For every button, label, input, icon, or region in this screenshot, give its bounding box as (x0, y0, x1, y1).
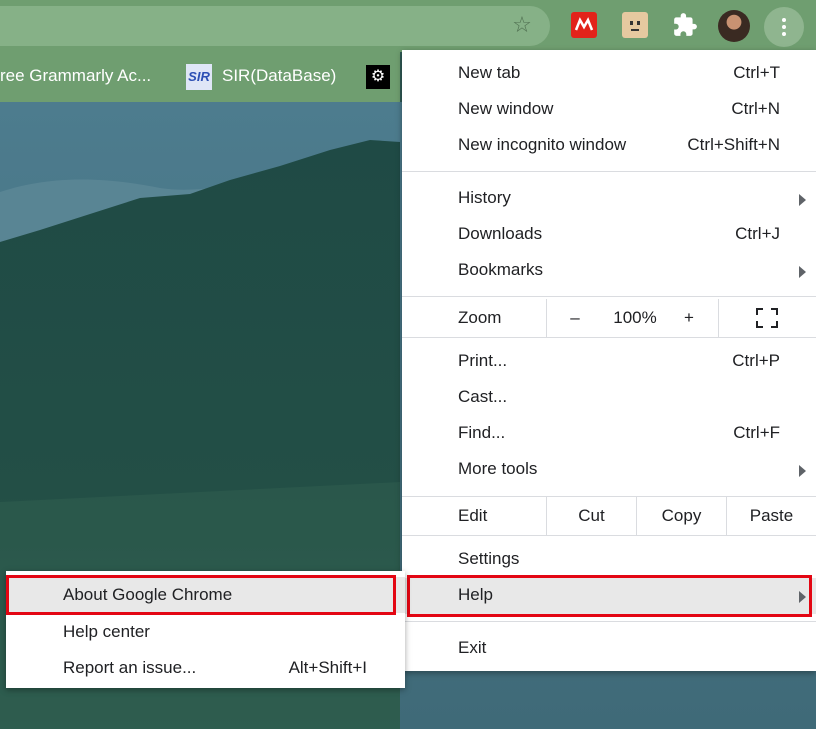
submenu-arrow-icon (799, 465, 806, 477)
star-icon[interactable]: ☆ (510, 13, 534, 37)
menu-item-shortcut: Ctrl+T (733, 63, 780, 82)
menu-item-shortcut: Ctrl+P (732, 351, 780, 370)
zoom-level: 100% (613, 308, 657, 327)
bookmarks-bar: ree Grammarly Ac... SIR SIR(DataBase) ⚙ (0, 52, 400, 102)
menu-item-label: New incognito window (458, 135, 627, 154)
menu-item-label: History (458, 188, 511, 207)
submenu-item-label: Help center (63, 622, 150, 641)
menu-item-label: Print... (458, 351, 508, 370)
menu-item-new-tab[interactable]: New tab Ctrl+T (402, 56, 816, 92)
submenu-item-help-center[interactable]: Help center (6, 614, 405, 650)
address-bar[interactable] (0, 6, 550, 46)
menu-item-help[interactable]: Help (402, 578, 816, 614)
menu-item-settings[interactable]: Settings (402, 542, 816, 578)
browser-toolbar: ☆ (0, 0, 816, 52)
submenu-arrow-icon (799, 266, 806, 278)
submenu-item-label: Report an issue... (63, 658, 197, 677)
zoom-row: Zoom – 100% + (402, 299, 816, 337)
copy-button[interactable]: Copy (636, 497, 726, 535)
zoom-label: Zoom (458, 308, 502, 327)
submenu-arrow-icon (799, 194, 806, 206)
menu-item-new-incognito-window[interactable]: New incognito window Ctrl+Shift+N (402, 128, 816, 164)
fullscreen-button[interactable] (718, 299, 816, 337)
sir-icon: SIR (186, 64, 212, 90)
menu-item-shortcut: Ctrl+Shift+N (687, 135, 780, 154)
menu-item-label: Settings (458, 549, 520, 568)
menu-item-shortcut: Ctrl+F (733, 423, 780, 442)
chrome-main-menu: New tab Ctrl+T New window Ctrl+N New inc… (402, 50, 816, 671)
bookmark-grammarly[interactable]: ree Grammarly Ac... (0, 66, 151, 86)
menu-item-label: New window (458, 99, 554, 118)
menu-item-label: New tab (458, 63, 521, 82)
menu-item-label: Find... (458, 423, 506, 442)
menu-item-label: Downloads (458, 224, 543, 243)
zoom-out-button[interactable]: – (568, 299, 582, 337)
menu-separator (402, 535, 816, 536)
menu-item-label: Exit (458, 638, 487, 657)
menu-item-bookmarks[interactable]: Bookmarks (402, 253, 816, 289)
menu-item-shortcut: Ctrl+N (731, 99, 780, 118)
avatar[interactable] (718, 10, 750, 42)
cut-button[interactable]: Cut (546, 497, 636, 535)
menu-item-new-window[interactable]: New window Ctrl+N (402, 92, 816, 128)
menu-separator (402, 337, 816, 338)
menu-item-label: Cast... (458, 387, 508, 406)
submenu-item-about-google-chrome[interactable]: About Google Chrome (6, 577, 405, 613)
help-submenu: About Google Chrome Help center Report a… (6, 571, 405, 688)
menu-item-more-tools[interactable]: More tools (402, 452, 816, 488)
extension-tan-icon[interactable] (622, 12, 648, 38)
menu-item-label: Help (458, 585, 493, 604)
submenu-item-shortcut: Alt+Shift+I (288, 658, 367, 677)
zoom-in-button[interactable]: + (682, 299, 696, 337)
edit-row: Edit Cut Copy Paste (402, 497, 816, 535)
bookmark-sir-database[interactable]: SIR(DataBase) (222, 66, 336, 86)
menu-item-find[interactable]: Find... Ctrl+F (402, 416, 816, 452)
submenu-item-label: About Google Chrome (63, 585, 233, 604)
menu-item-downloads[interactable]: Downloads Ctrl+J (402, 217, 816, 253)
menu-item-label: Bookmarks (458, 260, 544, 279)
gear-icon[interactable]: ⚙ (366, 65, 390, 89)
extension-red-icon[interactable] (571, 12, 597, 38)
menu-item-print[interactable]: Print... Ctrl+P (402, 344, 816, 380)
menu-separator (402, 621, 816, 622)
submenu-item-report-an-issue[interactable]: Report an issue... Alt+Shift+I (6, 650, 405, 686)
menu-item-shortcut: Ctrl+J (735, 224, 780, 243)
puzzle-icon[interactable] (672, 12, 698, 38)
more-vert-icon[interactable] (764, 7, 804, 47)
edit-label: Edit (458, 506, 488, 525)
menu-item-label: More tools (458, 459, 538, 478)
menu-item-exit[interactable]: Exit (402, 631, 816, 667)
menu-item-cast[interactable]: Cast... (402, 380, 816, 416)
menu-separator (402, 171, 816, 172)
submenu-arrow-icon (799, 591, 806, 603)
menu-item-history[interactable]: History (402, 181, 816, 217)
fullscreen-icon (756, 308, 778, 328)
paste-button[interactable]: Paste (726, 497, 816, 535)
menu-separator (402, 296, 816, 297)
